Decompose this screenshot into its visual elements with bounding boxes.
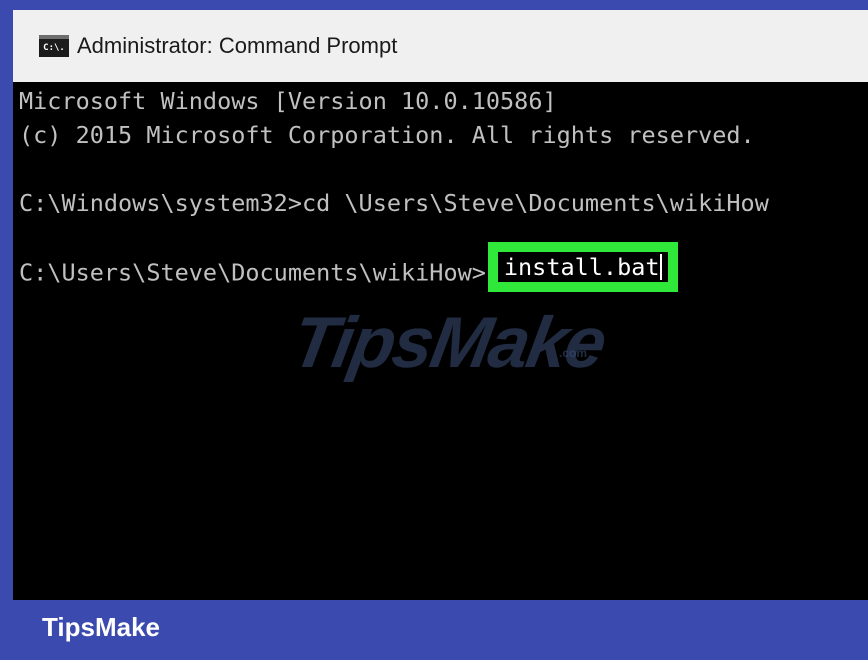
console-area[interactable]: Microsoft Windows [Version 10.0.10586] (…	[13, 82, 868, 600]
command-highlight-box: install.bat	[487, 242, 678, 292]
console-line: Microsoft Windows [Version 10.0.10586]	[19, 87, 557, 115]
image-frame: C:\. Administrator: Command Prompt Micro…	[0, 0, 868, 660]
watermark-logo: TipsMake	[285, 303, 611, 383]
command-prompt-window[interactable]: C:\. Administrator: Command Prompt Micro…	[13, 10, 868, 600]
prompt-path: C:\Users\Steve\Documents\wikiHow>	[19, 258, 486, 287]
console-line: C:\Windows\system32>cd \Users\Steve\Docu…	[19, 189, 769, 217]
console-line: (c) 2015 Microsoft Corporation. All righ…	[19, 121, 755, 149]
window-title: Administrator: Command Prompt	[77, 33, 398, 58]
text-cursor	[659, 254, 662, 280]
cmd-icon: C:\.	[39, 35, 69, 57]
title-bar[interactable]: C:\. Administrator: Command Prompt	[13, 10, 868, 82]
brand-label: TipsMake	[42, 612, 161, 642]
typed-command: install.bat	[503, 253, 660, 281]
current-prompt-line[interactable]: C:\Users\Steve\Documents\wikiHow> install…	[19, 242, 678, 292]
watermark-domain: .com	[559, 346, 588, 360]
